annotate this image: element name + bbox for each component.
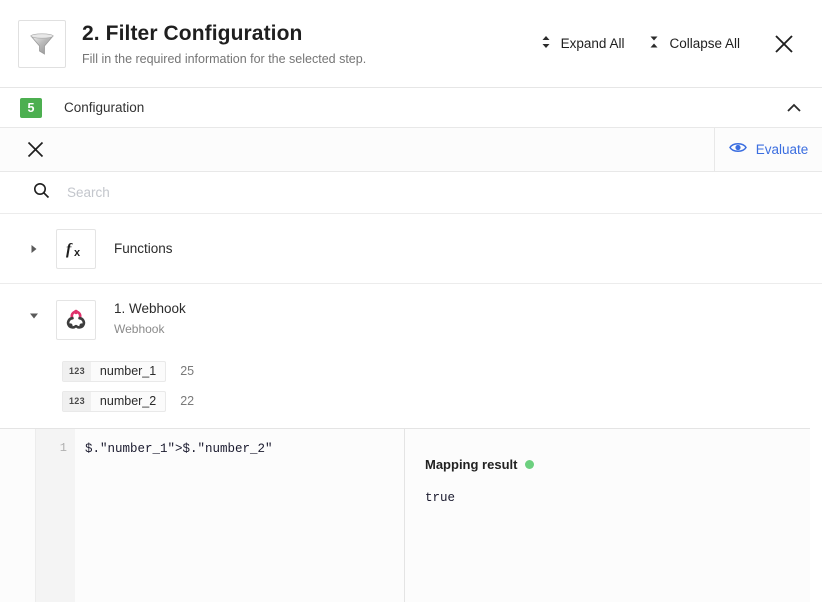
tree-node-functions[interactable]: f x Functions bbox=[0, 214, 822, 284]
fx-icon: f x bbox=[56, 228, 96, 269]
page-subtitle: Fill in the required information for the… bbox=[82, 51, 367, 66]
funnel-icon bbox=[18, 19, 66, 68]
svg-text:x: x bbox=[74, 247, 81, 259]
variable-chip[interactable]: 123 number_2 bbox=[62, 390, 167, 412]
collapse-all-button[interactable]: Collapse All bbox=[636, 28, 752, 59]
variable-name: number_2 bbox=[99, 394, 157, 408]
variable-chip[interactable]: 123 number_1 bbox=[62, 360, 167, 382]
search-input[interactable] bbox=[67, 185, 367, 200]
variable-value: 22 bbox=[180, 394, 195, 408]
collapse-all-label: Collapse All bbox=[669, 36, 740, 51]
mapper-toolbar: Evaluate bbox=[0, 128, 822, 172]
collapse-vertical-icon bbox=[648, 34, 660, 53]
tree-node-webhook[interactable]: 1. Webhook Webhook bbox=[0, 284, 822, 356]
editor-code[interactable]: $."number_1">$."number_2" bbox=[75, 429, 404, 602]
evaluate-button[interactable]: Evaluate bbox=[714, 128, 822, 171]
webhook-labels: 1. Webhook Webhook bbox=[114, 300, 186, 337]
expand-all-button[interactable]: Expand All bbox=[528, 28, 637, 59]
evaluate-label: Evaluate bbox=[755, 142, 809, 157]
eye-icon bbox=[728, 141, 747, 159]
webhook-variable-list: 123 number_1 25 123 number_2 22 bbox=[0, 356, 822, 424]
mapping-result-header: Mapping result bbox=[425, 457, 810, 472]
functions-labels: Functions bbox=[114, 240, 173, 258]
status-dot-icon bbox=[525, 460, 535, 469]
variable-name: number_1 bbox=[99, 364, 157, 378]
header-actions: Expand All Collapse All bbox=[528, 24, 804, 64]
mapper-toolbar-left bbox=[0, 128, 714, 171]
mapping-result-title: Mapping result bbox=[425, 457, 518, 472]
close-icon bbox=[775, 34, 793, 53]
mapping-source-tree: f x Functions 1. Webhook Webhook 123 num… bbox=[0, 214, 822, 424]
webhook-icon bbox=[56, 300, 96, 340]
mapping-result-value: true bbox=[425, 491, 456, 505]
mapping-result-panel: Mapping result true bbox=[405, 429, 810, 602]
variable-type-badge: 123 bbox=[63, 391, 91, 411]
caret-down-icon[interactable] bbox=[26, 312, 42, 320]
search-row bbox=[0, 172, 822, 214]
close-icon bbox=[27, 141, 43, 158]
svg-text:f: f bbox=[66, 241, 73, 258]
code-editor[interactable]: 1 $."number_1">$."number_2" bbox=[0, 429, 405, 602]
expand-vertical-icon bbox=[540, 34, 552, 53]
mapping-panel: Evaluate f bbox=[0, 128, 822, 428]
dialog-header: 2. Filter Configuration Fill in the requ… bbox=[0, 0, 822, 88]
tree-node-sublabel: Webhook bbox=[114, 322, 165, 336]
tree-node-label: Functions bbox=[114, 240, 173, 256]
caret-right-icon[interactable] bbox=[26, 244, 42, 254]
tree-node-label: 1. Webhook bbox=[114, 301, 186, 316]
variable-type-badge: 123 bbox=[63, 361, 91, 381]
list-item[interactable]: 123 number_2 22 bbox=[62, 386, 822, 416]
expand-all-label: Expand All bbox=[560, 36, 625, 51]
section-collapse-toggle[interactable] bbox=[782, 99, 806, 117]
close-button[interactable] bbox=[764, 24, 804, 64]
status-badge: 5 bbox=[20, 97, 42, 118]
expression-area: 1 $."number_1">$."number_2" Mapping resu… bbox=[0, 428, 810, 602]
configuration-section-header[interactable]: 5 Configuration bbox=[0, 88, 822, 128]
line-number: 1 bbox=[59, 441, 67, 455]
clear-button[interactable] bbox=[22, 137, 48, 163]
variable-value: 25 bbox=[180, 364, 195, 378]
chevron-up-icon bbox=[787, 103, 801, 112]
dialog-title-block: 2. Filter Configuration Fill in the requ… bbox=[82, 21, 528, 67]
section-title: Configuration bbox=[64, 100, 145, 115]
page-title: 2. Filter Configuration bbox=[82, 21, 303, 45]
search-icon bbox=[33, 182, 50, 204]
list-item[interactable]: 123 number_1 25 bbox=[62, 356, 822, 386]
editor-gutter: 1 bbox=[35, 429, 75, 602]
filter-configuration-dialog: 2. Filter Configuration Fill in the requ… bbox=[0, 0, 822, 602]
